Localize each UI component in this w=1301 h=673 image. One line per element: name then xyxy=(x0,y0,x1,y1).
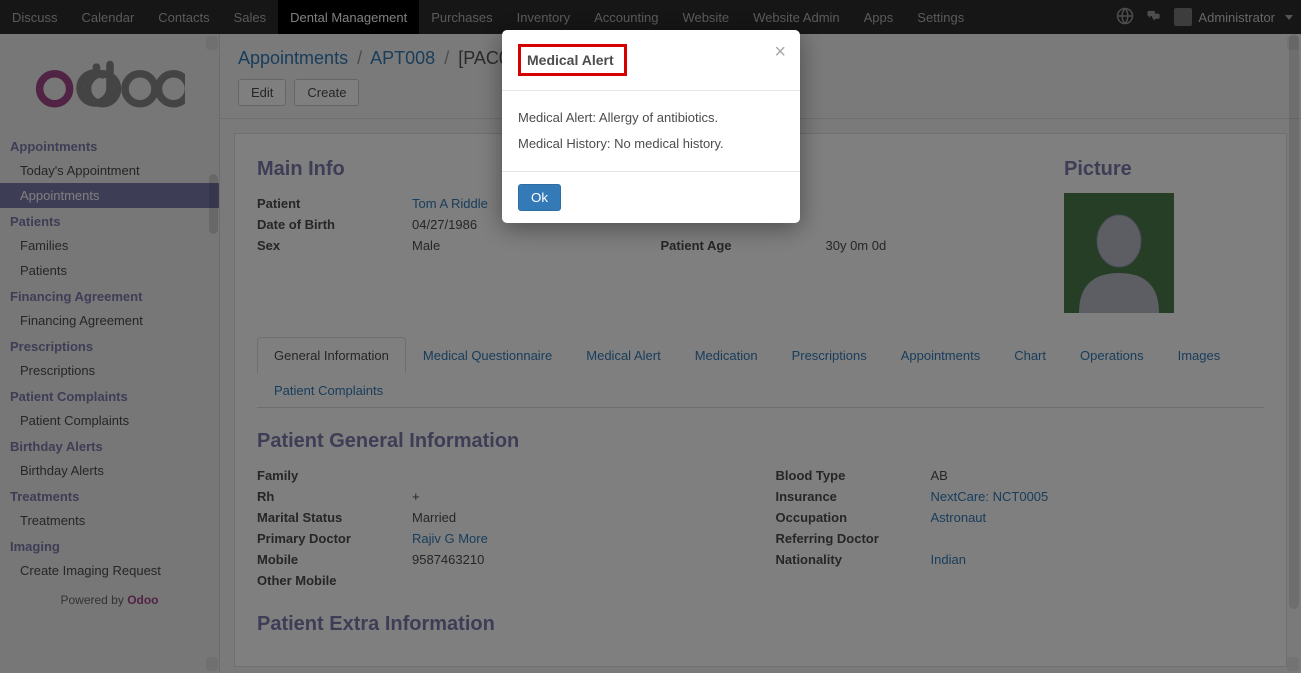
modal-alert-text: Medical Alert: Allergy of antibiotics. xyxy=(518,105,784,131)
medical-alert-modal: Medical Alert × Medical Alert: Allergy o… xyxy=(502,30,800,223)
ok-button[interactable]: Ok xyxy=(518,184,561,211)
modal-title: Medical Alert xyxy=(527,52,614,68)
modal-history-text: Medical History: No medical history. xyxy=(518,131,784,157)
close-icon[interactable]: × xyxy=(774,42,786,62)
